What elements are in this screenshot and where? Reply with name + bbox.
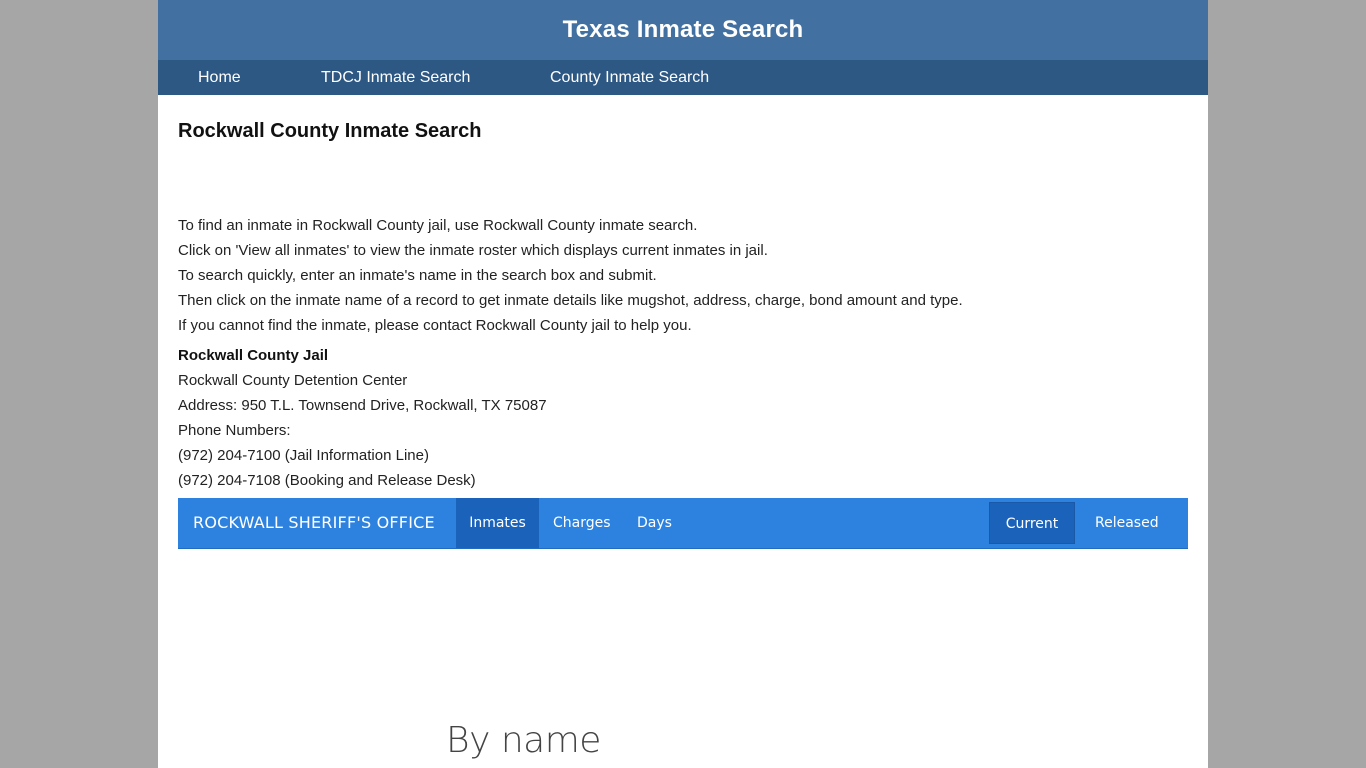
tab-current[interactable]: Current [989, 502, 1075, 544]
search-by-name-heading: By name [446, 720, 601, 761]
phone-number-info-line: (972) 204-7100 (Jail Information Line) [178, 447, 429, 464]
jail-name: Rockwall County Jail [178, 347, 329, 364]
nav-link-county-inmate-search[interactable]: County Inmate Search [550, 60, 709, 95]
site-title: Texas Inmate Search [562, 16, 804, 43]
site-header: Texas Inmate Search [158, 0, 1208, 60]
page-container: Texas Inmate Search Home TDCJ Inmate Sea… [158, 0, 1208, 768]
nav-link-home[interactable]: Home [198, 60, 241, 95]
intro-line: Then click on the inmate name of a recor… [178, 292, 963, 309]
jail-facility: Rockwall County Detention Center [178, 372, 408, 389]
nav-link-tdcj-inmate-search[interactable]: TDCJ Inmate Search [321, 60, 470, 95]
intro-line: To find an inmate in Rockwall County jai… [178, 217, 698, 234]
intro-text: To find an inmate in Rockwall County jai… [178, 213, 963, 338]
phone-numbers-label: Phone Numbers: [178, 422, 291, 439]
sheriff-brand[interactable]: ROCKWALL SHERIFF'S OFFICE [193, 498, 435, 548]
intro-line: If you cannot find the inmate, please co… [178, 317, 692, 334]
intro-line: To search quickly, enter an inmate's nam… [178, 267, 657, 284]
tab-inmates[interactable]: Inmates [456, 498, 539, 548]
intro-line: Click on 'View all inmates' to view the … [178, 242, 768, 259]
sheriff-navbar: ROCKWALL SHERIFF'S OFFICE Inmates Charge… [178, 498, 1188, 549]
jail-address: Address: 950 T.L. Townsend Drive, Rockwa… [178, 397, 547, 414]
phone-number-booking-desk: (972) 204-7108 (Booking and Release Desk… [178, 472, 476, 489]
main-nav: Home TDCJ Inmate Search County Inmate Se… [158, 60, 1208, 95]
tab-charges[interactable]: Charges [553, 498, 611, 548]
tab-days[interactable]: Days [637, 498, 672, 548]
jail-info: Rockwall County Jail Rockwall County Det… [178, 343, 547, 493]
page-title: Rockwall County Inmate Search [178, 120, 482, 142]
tab-released[interactable]: Released [1095, 498, 1159, 548]
